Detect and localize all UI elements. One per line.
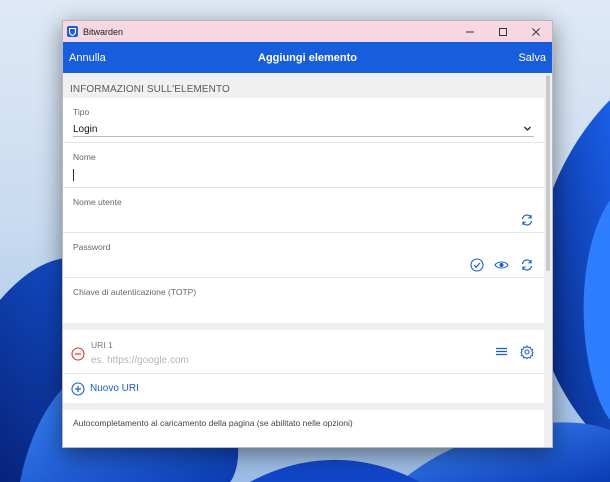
uri-label: URI 1 (91, 340, 113, 350)
section-title: INFORMAZIONI SULL'ELEMENTO (70, 84, 230, 95)
username-row[interactable]: Nome utente (63, 188, 544, 233)
form-content: INFORMAZIONI SULL'ELEMENTO Tipo Login No… (63, 73, 552, 447)
autofill-label: Autocompletamento al caricamento della p… (73, 418, 353, 428)
window-title: Bitwarden (83, 26, 124, 37)
name-row[interactable]: Nome (63, 143, 544, 188)
item-info-box: Tipo Login Nome Nome utente Password Chi… (63, 98, 544, 323)
uri-actions (494, 344, 534, 359)
title-bar: Bitwarden (63, 21, 552, 42)
password-row[interactable]: Password (63, 233, 544, 278)
toggle-visibility-button[interactable] (494, 257, 509, 272)
totp-label: Chiave di autenticazione (TOTP) (73, 287, 197, 297)
type-row: Tipo Login (63, 98, 544, 143)
uri-match-options-button[interactable] (494, 344, 509, 359)
autofill-select[interactable] (73, 435, 534, 447)
type-value: Login (73, 124, 98, 135)
minimize-button[interactable] (453, 21, 486, 42)
scrollbar-thumb[interactable] (546, 75, 550, 271)
password-label: Password (73, 242, 111, 252)
generate-username-button[interactable] (519, 212, 534, 227)
bitwarden-window: Bitwarden Annulla Aggiungi elemento Salv… (62, 20, 553, 448)
name-input-caret (73, 169, 74, 181)
minus-circle-icon[interactable] (71, 347, 85, 361)
close-icon (531, 27, 540, 36)
new-uri-button[interactable]: Nuovo URI (63, 374, 544, 403)
uri-settings-button[interactable] (519, 344, 534, 359)
app-header: Annulla Aggiungi elemento Salva (63, 42, 552, 73)
autofill-row: Autocompletamento al caricamento della p… (63, 410, 544, 447)
name-label: Nome (73, 152, 96, 162)
refresh-icon (521, 213, 532, 226)
maximize-icon (498, 27, 507, 36)
uri-input[interactable]: es. https://google.com (91, 355, 189, 366)
save-button[interactable]: Salva (518, 52, 546, 64)
plus-circle-icon (71, 381, 85, 396)
password-actions (469, 257, 534, 272)
new-uri-label: Nuovo URI (90, 383, 139, 394)
eye-icon (494, 260, 509, 269)
totp-row[interactable]: Chiave di autenticazione (TOTP) (63, 278, 544, 323)
uri-box: URI 1 es. https://google.com Nuovo URI (63, 330, 544, 403)
chevron-down-icon (524, 126, 531, 131)
autofill-box: Autocompletamento al caricamento della p… (63, 410, 544, 447)
generate-password-button[interactable] (519, 257, 534, 272)
refresh-icon (521, 258, 532, 271)
uri-row: URI 1 es. https://google.com (63, 330, 544, 374)
type-select[interactable]: Login (73, 123, 534, 137)
maximize-button[interactable] (486, 21, 519, 42)
gear-icon (519, 344, 534, 359)
bitwarden-logo-icon (67, 26, 78, 37)
close-button[interactable] (519, 21, 552, 42)
list-icon (496, 347, 507, 356)
check-password-button[interactable] (469, 257, 484, 272)
cancel-button[interactable]: Annulla (69, 52, 106, 64)
minimize-icon (465, 31, 474, 32)
username-actions (519, 212, 534, 227)
page-title: Aggiungi elemento (258, 51, 357, 64)
type-label: Tipo (73, 107, 90, 117)
check-circle-icon (469, 257, 484, 272)
username-label: Nome utente (73, 197, 122, 207)
